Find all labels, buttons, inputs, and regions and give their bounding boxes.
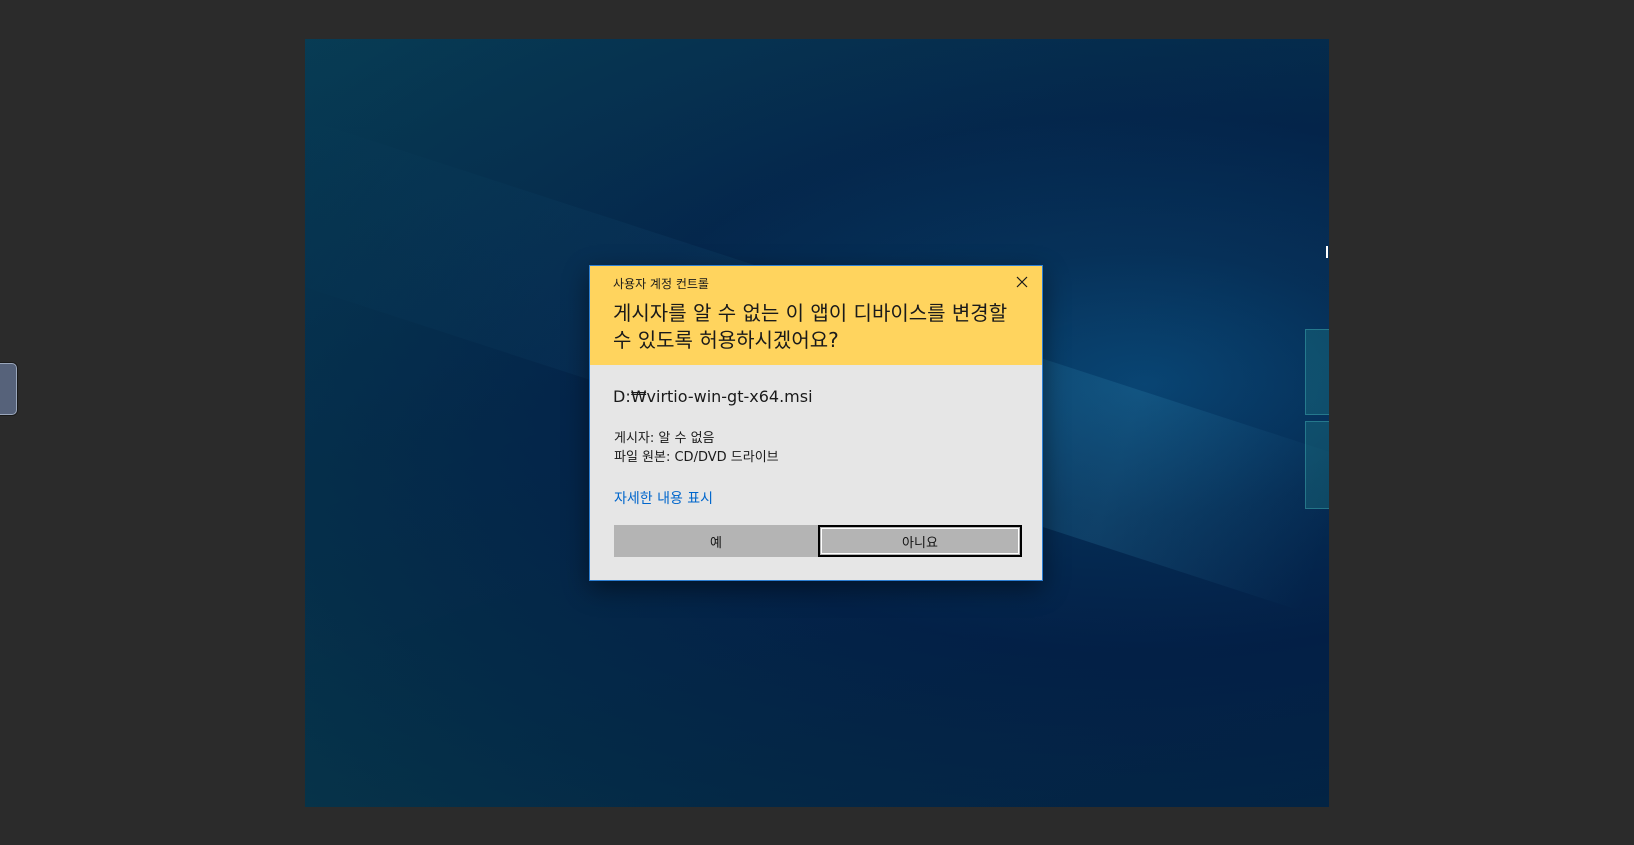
publisher-line: 게시자: 알 수 없음 bbox=[614, 431, 715, 446]
uac-question: 게시자를 알 수 없는 이 앱이 디바이스를 변경할 수 있도록 허용하시겠어요… bbox=[613, 301, 1008, 352]
close-icon bbox=[1016, 276, 1028, 288]
show-details-link[interactable]: 자세한 내용 표시 bbox=[614, 488, 713, 508]
uac-header: 사용자 계정 컨트롤 게시자를 알 수 없는 이 앱이 디바이스를 변경할 수 … bbox=[590, 266, 1042, 365]
no-button[interactable]: 아니요 bbox=[818, 525, 1022, 557]
side-panel-handle[interactable] bbox=[0, 363, 17, 415]
file-info: 게시자: 알 수 없음 파일 원본: CD/DVD 드라이브 bbox=[614, 429, 779, 467]
edge-marker bbox=[1326, 246, 1328, 258]
file-path: D:₩virtio-win-gt-x64.msi bbox=[613, 387, 813, 406]
origin-line: 파일 원본: CD/DVD 드라이브 bbox=[614, 450, 779, 465]
uac-dialog: 사용자 계정 컨트롤 게시자를 알 수 없는 이 앱이 디바이스를 변경할 수 … bbox=[589, 265, 1043, 581]
close-button[interactable] bbox=[1010, 272, 1034, 292]
yes-button[interactable]: 예 bbox=[614, 525, 818, 557]
host-background: A 사용자 계정 컨트롤 게시자를 알 수 없는 이 앱이 디바이스를 변경할 … bbox=[0, 0, 1634, 845]
uac-caption: 사용자 계정 컨트롤 bbox=[613, 277, 709, 291]
